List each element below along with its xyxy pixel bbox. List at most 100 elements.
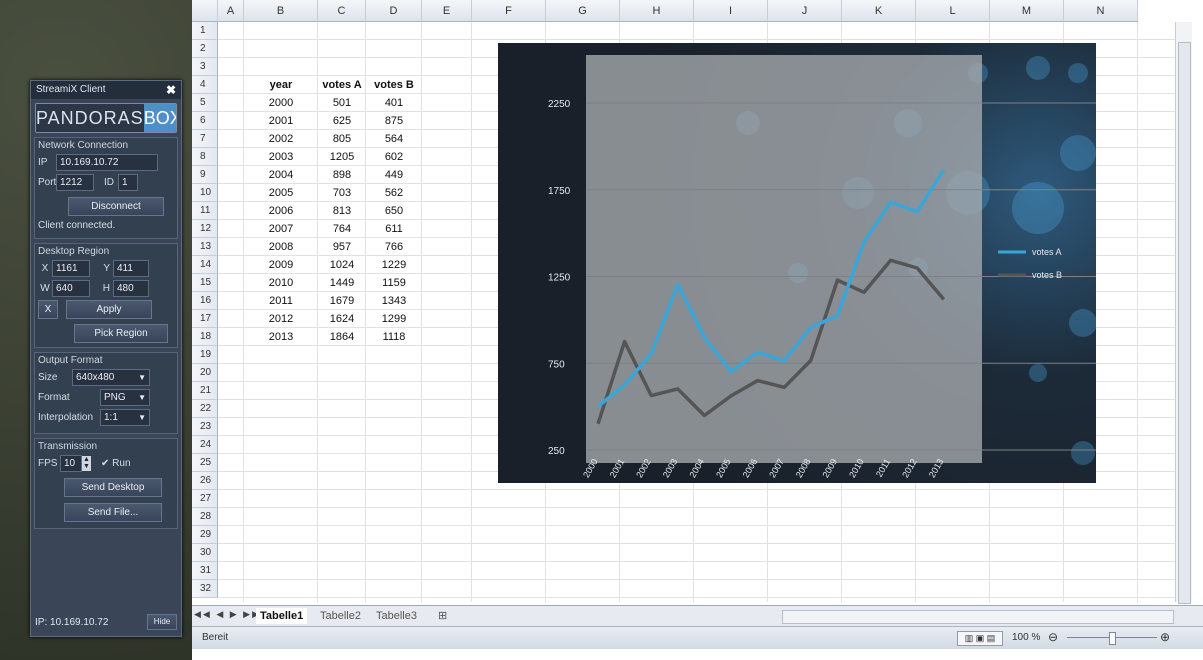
zoom-out-icon[interactable]: ⊖ xyxy=(1048,630,1058,644)
w-field[interactable]: 640 xyxy=(52,280,90,297)
row-header-31[interactable]: 31 xyxy=(192,562,218,580)
table-cell[interactable]: 625 xyxy=(318,113,366,129)
y-field[interactable]: 411 xyxy=(113,260,149,277)
table-cell[interactable]: 2002 xyxy=(244,131,318,147)
row-header-2[interactable]: 2 xyxy=(192,40,218,58)
table-cell[interactable]: 2010 xyxy=(244,275,318,291)
table-cell[interactable]: 1205 xyxy=(318,149,366,165)
reset-x-button[interactable]: X xyxy=(38,300,58,319)
row-header-21[interactable]: 21 xyxy=(192,382,218,400)
table-header-cell[interactable]: votes A xyxy=(318,77,366,93)
table-cell[interactable]: 957 xyxy=(318,239,366,255)
row-header-7[interactable]: 7 xyxy=(192,130,218,148)
column-header-f[interactable]: F xyxy=(472,0,546,22)
table-cell[interactable]: 564 xyxy=(366,131,422,147)
table-cell[interactable]: 1343 xyxy=(366,293,422,309)
table-cell[interactable]: 1679 xyxy=(318,293,366,309)
table-cell[interactable]: 2011 xyxy=(244,293,318,309)
x-field[interactable]: 1161 xyxy=(52,260,90,277)
port-field[interactable]: 1212 xyxy=(56,174,94,191)
row-header-17[interactable]: 17 xyxy=(192,310,218,328)
row-header-27[interactable]: 27 xyxy=(192,490,218,508)
row-header-16[interactable]: 16 xyxy=(192,292,218,310)
row-header-1[interactable]: 1 xyxy=(192,22,218,40)
table-cell[interactable]: 501 xyxy=(318,95,366,111)
table-cell[interactable]: 2008 xyxy=(244,239,318,255)
tab-tabelle3[interactable]: Tabelle3 xyxy=(372,608,421,624)
table-cell[interactable]: 1624 xyxy=(318,311,366,327)
row-header-23[interactable]: 23 xyxy=(192,418,218,436)
run-checkbox[interactable]: ✔ Run xyxy=(101,458,131,469)
table-cell[interactable]: 2000 xyxy=(244,95,318,111)
panel-titlebar[interactable]: StreamiX Client ✖ xyxy=(31,81,181,99)
vertical-scrollbar[interactable] xyxy=(1175,22,1192,604)
table-cell[interactable]: 2006 xyxy=(244,203,318,219)
row-header-30[interactable]: 30 xyxy=(192,544,218,562)
table-cell[interactable]: 562 xyxy=(366,185,422,201)
table-cell[interactable]: 1449 xyxy=(318,275,366,291)
table-header-cell[interactable]: votes B xyxy=(366,77,422,93)
row-header-15[interactable]: 15 xyxy=(192,274,218,292)
column-header-g[interactable]: G xyxy=(546,0,620,22)
zoom-slider-thumb[interactable] xyxy=(1109,632,1116,645)
table-cell[interactable]: 898 xyxy=(318,167,366,183)
row-header-13[interactable]: 13 xyxy=(192,238,218,256)
table-cell[interactable]: 1229 xyxy=(366,257,422,273)
row-header-26[interactable]: 26 xyxy=(192,472,218,490)
row-header-19[interactable]: 19 xyxy=(192,346,218,364)
row-header-32[interactable]: 32 xyxy=(192,580,218,598)
table-cell[interactable]: 1159 xyxy=(366,275,422,291)
table-cell[interactable]: 764 xyxy=(318,221,366,237)
row-header-25[interactable]: 25 xyxy=(192,454,218,472)
table-cell[interactable]: 1118 xyxy=(366,329,422,345)
close-icon[interactable]: ✖ xyxy=(166,81,176,99)
vertical-scroll-thumb[interactable] xyxy=(1178,42,1191,604)
row-header-11[interactable]: 11 xyxy=(192,202,218,220)
table-cell[interactable]: 1864 xyxy=(318,329,366,345)
table-header-cell[interactable]: year xyxy=(244,77,318,93)
row-header-12[interactable]: 12 xyxy=(192,220,218,238)
id-field[interactable]: 1 xyxy=(118,174,138,191)
apply-button[interactable]: Apply xyxy=(66,300,152,319)
table-cell[interactable]: 2013 xyxy=(244,329,318,345)
column-header-i[interactable]: I xyxy=(694,0,768,22)
fps-field[interactable]: 10 xyxy=(60,455,82,472)
votes-line-chart[interactable]: 250 750 1250 1750 2250 2000 2001 2002 2003 2004 20… xyxy=(498,43,1096,483)
row-header-20[interactable]: 20 xyxy=(192,364,218,382)
table-cell[interactable]: 611 xyxy=(366,221,422,237)
size-select[interactable]: 640x480 ▼ xyxy=(72,369,150,386)
send-desktop-button[interactable]: Send Desktop xyxy=(64,478,162,497)
disconnect-button[interactable]: Disconnect xyxy=(68,197,164,216)
row-header-22[interactable]: 22 xyxy=(192,400,218,418)
row-header-9[interactable]: 9 xyxy=(192,166,218,184)
column-header-d[interactable]: D xyxy=(366,0,422,22)
column-header-l[interactable]: L xyxy=(916,0,990,22)
table-cell[interactable]: 813 xyxy=(318,203,366,219)
table-cell[interactable]: 401 xyxy=(366,95,422,111)
pick-region-button[interactable]: Pick Region xyxy=(74,324,168,343)
spinner-icon[interactable]: ▲ ▼ xyxy=(82,456,91,471)
format-select[interactable]: PNG ▼ xyxy=(100,389,150,406)
column-header-j[interactable]: J xyxy=(768,0,842,22)
table-cell[interactable]: 2001 xyxy=(244,113,318,129)
column-header-h[interactable]: H xyxy=(620,0,694,22)
column-header-k[interactable]: K xyxy=(842,0,916,22)
table-cell[interactable]: 2009 xyxy=(244,257,318,273)
row-header-8[interactable]: 8 xyxy=(192,148,218,166)
table-cell[interactable]: 766 xyxy=(366,239,422,255)
hide-button[interactable]: Hide xyxy=(147,614,177,630)
table-cell[interactable]: 2003 xyxy=(244,149,318,165)
table-cell[interactable]: 1024 xyxy=(318,257,366,273)
table-cell[interactable]: 805 xyxy=(318,131,366,147)
new-sheet-icon[interactable]: ⊞ xyxy=(434,608,451,624)
row-header-4[interactable]: 4 xyxy=(192,76,218,94)
tab-tabelle2[interactable]: Tabelle2 xyxy=(316,608,365,624)
table-cell[interactable]: 2004 xyxy=(244,167,318,183)
row-header-28[interactable]: 28 xyxy=(192,508,218,526)
table-cell[interactable]: 650 xyxy=(366,203,422,219)
view-mode-icons[interactable]: ▥ ▣ ▤ xyxy=(957,631,1003,646)
table-cell[interactable]: 1299 xyxy=(366,311,422,327)
row-header-5[interactable]: 5 xyxy=(192,94,218,112)
row-header-10[interactable]: 10 xyxy=(192,184,218,202)
table-cell[interactable]: 703 xyxy=(318,185,366,201)
